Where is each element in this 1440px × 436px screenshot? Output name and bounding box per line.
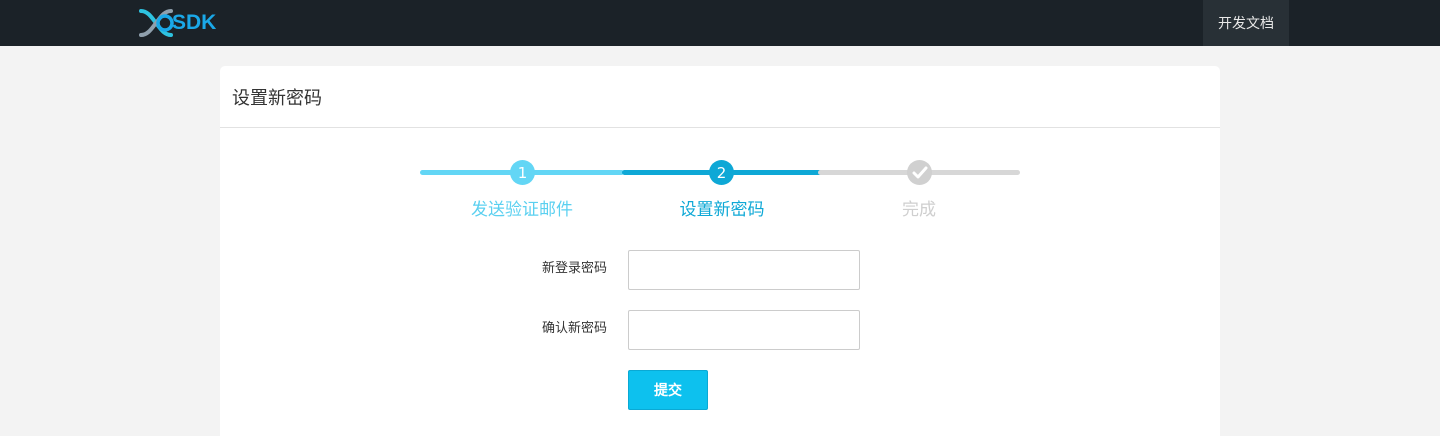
logo[interactable]: SDK [138,8,216,38]
step-1-label: 发送验证邮件 [471,200,573,220]
confirm-password-input[interactable] [628,310,860,350]
logo-text: SDK [172,11,217,34]
step-1-marker: 1 [510,160,535,185]
step-3-marker [907,160,932,185]
card-header: 设置新密码 [220,66,1220,128]
check-icon [912,166,927,178]
progress-steps: 1 2 发送验证邮件 设置新密码 完成 [220,128,1220,228]
nav-docs-link[interactable]: 开发文档 [1203,0,1289,46]
logo-mark-icon [139,9,174,37]
page-title: 设置新密码 [232,87,322,109]
new-password-label: 新登录密码 [541,261,607,276]
confirm-password-label: 确认新密码 [541,321,607,336]
step-2-marker: 2 [709,160,734,185]
reset-password-card: 设置新密码 1 2 发送验证邮件 设置新密码 完成 新登录密码 确认新密码 提交 [220,66,1220,436]
step-2-label: 设置新密码 [679,200,765,220]
top-nav-bar: SDK 开发文档 [0,0,1440,46]
new-password-input[interactable] [628,250,860,290]
step-3-label: 完成 [902,200,936,220]
submit-button[interactable]: 提交 [628,370,708,410]
